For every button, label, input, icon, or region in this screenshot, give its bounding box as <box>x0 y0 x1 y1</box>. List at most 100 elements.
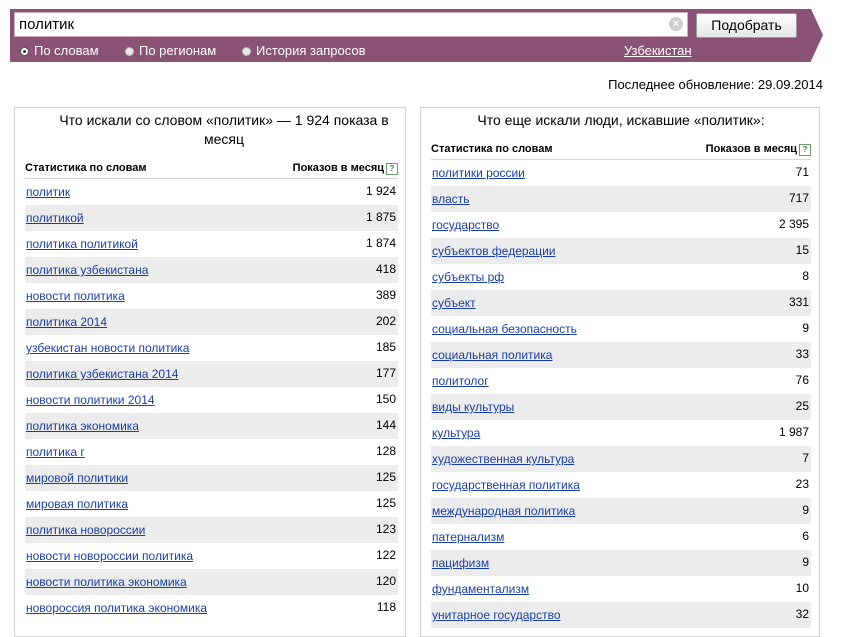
phrase-link[interactable]: новороссия политика экономика <box>26 601 207 615</box>
phrase-link[interactable]: политики россии <box>432 166 525 180</box>
phrase-link[interactable]: социальная политика <box>432 348 552 362</box>
left-panel-title: Что искали со словом «политик» — 1 924 п… <box>59 112 389 147</box>
phrase-link[interactable]: политолог <box>432 374 489 388</box>
phrase-link[interactable]: политика новороссии <box>26 523 145 537</box>
table-row: политики россии 71 <box>431 160 811 186</box>
phrase-link[interactable]: новости политика экономика <box>26 575 187 589</box>
phrase-link[interactable]: субъектов федерации <box>432 244 556 258</box>
table-row: новороссия политика экономика 118 <box>25 595 398 621</box>
table-row: власть 717 <box>431 186 811 212</box>
search-input[interactable] <box>19 14 659 35</box>
phrase-link[interactable]: политик <box>26 185 70 199</box>
count-value: 25 <box>795 399 809 413</box>
right-panel-title: Что еще искали люди, искавшие «политик»: <box>477 112 765 128</box>
option-by-regions[interactable]: По регионам <box>125 43 216 58</box>
table-row: политикой 1 875 <box>25 205 398 231</box>
count-value: 717 <box>788 191 809 205</box>
count-value: 6 <box>802 529 809 543</box>
region-link[interactable]: Узбекистан <box>624 43 692 58</box>
count-value: 125 <box>375 496 396 510</box>
count-value: 32 <box>795 607 809 621</box>
table-row: узбекистан новости политика 185 <box>25 335 398 361</box>
count-value: 10 <box>795 581 809 595</box>
phrase-link[interactable]: патернализм <box>432 530 504 544</box>
submit-button[interactable]: Подобрать <box>696 13 797 38</box>
phrase-link[interactable]: политика политикой <box>26 237 138 251</box>
phrase-link[interactable]: политика 2014 <box>26 315 107 329</box>
table-row: унитарное государство 32 <box>431 602 811 628</box>
column-header-count: Показов в месяц? <box>293 162 398 175</box>
phrase-link[interactable]: политика экономика <box>26 419 139 433</box>
count-value: 177 <box>375 366 396 380</box>
phrase-link[interactable]: политикой <box>26 211 84 225</box>
option-by-words[interactable]: По словам <box>20 43 99 58</box>
left-panel: Что искали со словом «политик» — 1 924 п… <box>14 107 406 637</box>
left-table: политик 1 924 политикой 1 875 политика полит… <box>25 179 398 621</box>
phrase-link[interactable]: политика узбекистана 2014 <box>26 367 178 381</box>
phrase-link[interactable]: фундаментализм <box>432 582 529 596</box>
count-value: 15 <box>795 243 809 257</box>
count-value: 71 <box>795 165 809 179</box>
phrase-link[interactable]: унитарное государство <box>432 608 561 622</box>
table-row: субъект 331 <box>431 290 811 316</box>
count-value: 1 875 <box>365 210 396 224</box>
phrase-link[interactable]: мировая политика <box>26 497 128 511</box>
phrase-link[interactable]: узбекистан новости политика <box>26 341 189 355</box>
phrase-link[interactable]: государственная политика <box>432 478 580 492</box>
phrase-link[interactable]: международная политика <box>432 504 575 518</box>
count-value: 9 <box>802 321 809 335</box>
count-value: 125 <box>375 470 396 484</box>
table-row: культура 1 987 <box>431 420 811 446</box>
phrase-link[interactable]: политика г <box>26 445 85 459</box>
right-table-header: Статистика по словам Показов в месяц? <box>431 141 811 160</box>
count-value: 9 <box>802 503 809 517</box>
radio-icon[interactable] <box>242 47 251 56</box>
phrase-link[interactable]: государство <box>432 218 499 232</box>
option-history[interactable]: История запросов <box>242 43 366 58</box>
table-row: политик 1 924 <box>25 179 398 205</box>
phrase-link[interactable]: социальная безопасность <box>432 322 577 336</box>
table-row: политика политикой 1 874 <box>25 231 398 257</box>
phrase-link[interactable]: виды культуры <box>432 400 514 414</box>
column-header-words: Статистика по словам <box>25 162 147 174</box>
right-table: политики россии 71 власть 717 государство 2 3… <box>431 160 811 628</box>
count-value: 185 <box>375 340 396 354</box>
count-value: 9 <box>802 555 809 569</box>
close-icon[interactable]: × <box>669 17 683 31</box>
table-row: политика новороссии 123 <box>25 517 398 543</box>
question-icon[interactable]: ? <box>386 163 398 175</box>
phrase-link[interactable]: новости политики 2014 <box>26 393 155 407</box>
table-row: политика экономика 144 <box>25 413 398 439</box>
phrase-link[interactable]: субъект <box>432 296 476 310</box>
count-value: 331 <box>788 295 809 309</box>
phrase-link[interactable]: культура <box>432 426 480 440</box>
question-icon[interactable]: ? <box>799 144 811 156</box>
column-header-count-label: Показов в месяц <box>292 162 384 174</box>
search-box[interactable]: × <box>14 12 688 37</box>
count-value: 2 395 <box>778 217 809 231</box>
count-value: 23 <box>795 477 809 491</box>
phrase-link[interactable]: пацифизм <box>432 556 489 570</box>
table-row: субъектов федерации 15 <box>431 238 811 264</box>
count-value: 389 <box>375 288 396 302</box>
last-update: Последнее обновление: 29.09.2014 <box>608 77 823 92</box>
table-row: пацифизм 9 <box>431 550 811 576</box>
count-value: 120 <box>375 574 396 588</box>
count-value: 76 <box>795 373 809 387</box>
table-row: новости политика экономика 120 <box>25 569 398 595</box>
phrase-link[interactable]: власть <box>432 192 470 206</box>
column-header-words: Статистика по словам <box>431 143 553 155</box>
phrase-link[interactable]: новости новороссии политика <box>26 549 193 563</box>
option-label: По регионам <box>139 43 217 58</box>
phrase-link[interactable]: субъекты рф <box>432 270 504 284</box>
option-label: По словам <box>34 43 99 58</box>
radio-selected-icon[interactable] <box>20 47 29 56</box>
table-row: новости политики 2014 150 <box>25 387 398 413</box>
table-row: новости новороссии политика 122 <box>25 543 398 569</box>
count-value: 150 <box>375 392 396 406</box>
radio-icon[interactable] <box>125 47 134 56</box>
phrase-link[interactable]: политика узбекистана <box>26 263 148 277</box>
phrase-link[interactable]: художественная культура <box>432 452 574 466</box>
phrase-link[interactable]: мировой политики <box>26 471 128 485</box>
phrase-link[interactable]: новости политика <box>26 289 125 303</box>
